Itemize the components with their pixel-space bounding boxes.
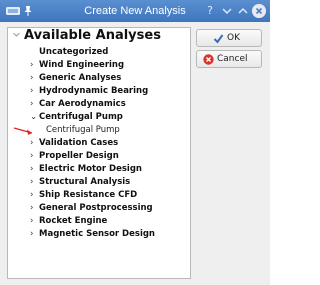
help-label: ?	[207, 4, 213, 17]
tree-item[interactable]: Uncategorized	[39, 46, 108, 59]
tree-item[interactable]: › Generic Analyses	[30, 72, 121, 85]
tree-item-label: Centrifugal Pump	[39, 112, 123, 122]
collapsed-caret-icon[interactable]: ›	[30, 228, 39, 241]
tree-root-row[interactable]: Available Analyses	[8, 28, 190, 46]
ok-label: OK	[227, 33, 240, 43]
tree-item-label: Electric Motor Design	[39, 164, 142, 174]
tree-item-label: Hydrodynamic Bearing	[39, 86, 149, 96]
collapsed-caret-icon[interactable]: ›	[30, 163, 39, 176]
tree-item-label: Ship Resistance CFD	[39, 190, 138, 200]
collapsed-caret-icon[interactable]: ›	[30, 59, 39, 72]
analyses-tree[interactable]: Available Analyses Uncategorized › Wind En…	[7, 27, 191, 279]
maximize-icon[interactable]	[236, 4, 250, 18]
expanded-caret-icon[interactable]	[12, 30, 21, 39]
tree-item[interactable]: › Validation Cases	[30, 137, 118, 150]
tree-item[interactable]: › Electric Motor Design	[30, 163, 142, 176]
tree-child-item[interactable]: Centrifugal Pump	[46, 124, 120, 137]
tree-item[interactable]: › Car Aerodynamics	[30, 98, 126, 111]
tree-root-label: Available Analyses	[24, 28, 161, 43]
collapsed-caret-icon[interactable]: ›	[30, 189, 39, 202]
minimize-icon[interactable]	[220, 4, 234, 18]
checkmark-icon	[213, 34, 224, 44]
tree-item-label: Propeller Design	[39, 151, 119, 161]
tree-item-label: Rocket Engine	[39, 216, 108, 226]
collapsed-caret-icon[interactable]: ›	[30, 85, 39, 98]
tree-item[interactable]: › Ship Resistance CFD	[30, 189, 137, 202]
tree-item[interactable]: › Hydrodynamic Bearing	[30, 85, 148, 98]
tree-item[interactable]: ⌄ Centrifugal Pump	[30, 111, 123, 124]
collapsed-caret-icon[interactable]: ›	[30, 72, 39, 85]
tree-item[interactable]: › Propeller Design	[30, 150, 119, 163]
tree-item[interactable]: › Magnetic Sensor Design	[30, 228, 155, 241]
tree-item-label: Wind Engineering	[39, 60, 125, 70]
tree-item[interactable]: › General Postprocessing	[30, 202, 153, 215]
help-button[interactable]: ?	[203, 4, 217, 18]
create-new-analysis-dialog: Create New Analysis ? Available Analyses…	[0, 0, 270, 285]
collapsed-caret-icon[interactable]: ›	[30, 202, 39, 215]
tree-item-label: Car Aerodynamics	[39, 99, 126, 109]
title-bar[interactable]: Create New Analysis ?	[0, 0, 270, 22]
tree-item-label: General Postprocessing	[39, 203, 153, 213]
tree-item[interactable]: › Structural Analysis	[30, 176, 130, 189]
expanded-caret-icon[interactable]: ⌄	[30, 111, 39, 124]
collapsed-caret-icon[interactable]: ›	[30, 150, 39, 163]
tree-item[interactable]: › Wind Engineering	[30, 59, 124, 72]
close-icon[interactable]	[252, 4, 266, 18]
tree-item[interactable]: › Rocket Engine	[30, 215, 107, 228]
tree-item-label: Uncategorized	[39, 47, 109, 57]
cancel-icon	[203, 54, 214, 65]
tree-item-label: Magnetic Sensor Design	[39, 229, 155, 239]
collapsed-caret-icon[interactable]: ›	[30, 137, 39, 150]
ok-button[interactable]: OK	[196, 29, 262, 47]
cancel-button[interactable]: Cancel	[196, 50, 262, 68]
tree-item-label: Validation Cases	[39, 138, 119, 148]
collapsed-caret-icon[interactable]: ›	[30, 215, 39, 228]
collapsed-caret-icon[interactable]: ›	[30, 98, 39, 111]
tree-item-label: Generic Analyses	[39, 73, 122, 83]
tree-item-label: Structural Analysis	[39, 177, 131, 187]
collapsed-caret-icon[interactable]: ›	[30, 176, 39, 189]
cancel-label: Cancel	[217, 54, 248, 64]
